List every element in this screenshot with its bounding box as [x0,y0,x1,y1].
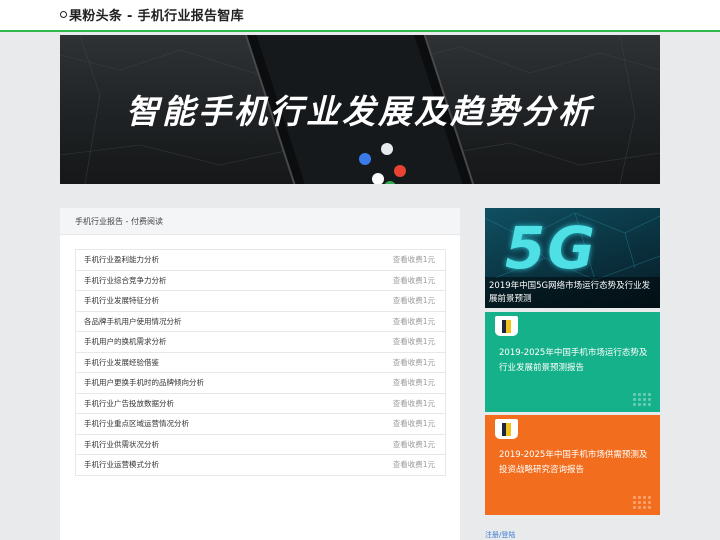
book-icon [495,419,518,439]
app-icon [381,143,393,155]
login-link[interactable]: 注册/登陆 [485,530,515,540]
report-panel: 手机行业报告 - 付费阅读 手机行业盈利能力分析 查看收费1元 手机行业综合竞争力… [60,208,460,540]
item-title: 手机用户的换机需求分析 [84,337,167,346]
hero-banner: 智能手机行业发展及趋势分析 [60,35,660,184]
app-icon [359,153,371,165]
item-price: 查看收费1元 [392,419,435,428]
item-title: 各品牌手机用户使用情况分析 [84,316,182,326]
list-item[interactable]: 手机行业综合竞争力分析 查看收费1元 [76,271,445,291]
item-title: 手机行业综合竞争力分析 [84,275,167,285]
card-caption: 2019-2025年中国手机市场供需预测及投资战略研究咨询报告 [499,450,648,475]
5g-graphic-text: 5G [505,214,597,282]
item-price: 查看收费1元 [392,460,435,469]
top-bar: 果粉头条 - 手机行业报告智库 [0,0,720,32]
list-item[interactable]: 手机行业发展特征分析 查看收费1元 [76,291,445,312]
book-icon [495,316,518,336]
item-price: 查看收费1元 [392,337,435,346]
report-card-supply[interactable]: 2019-2025年中国手机市场供需预测及投资战略研究咨询报告 [485,415,660,515]
list-item[interactable]: 手机行业发展经验借鉴 查看收费1元 [76,353,445,373]
banner-title: 智能手机行业发展及趋势分析 [126,92,594,131]
item-title: 手机行业发展经验借鉴 [84,357,159,367]
item-title: 手机行业重点区域运营情况分析 [84,419,189,428]
report-card-market[interactable]: 2019-2025年中国手机市场运行态势及行业发展前景预测报告 [485,312,660,412]
list-item[interactable]: 手机用户的换机需求分析 查看收费1元 [76,332,445,353]
list-item[interactable]: 手机用户更换手机时的品牌倾向分析 查看收费1元 [76,373,445,394]
report-list: 手机行业盈利能力分析 查看收费1元 手机行业综合竞争力分析 查看收费1元 手机行业发… [75,249,446,476]
app-icon [394,165,406,177]
list-item[interactable]: 手机行业供需状况分析 查看收费1元 [76,435,445,455]
list-item[interactable]: 手机行业广告投放数据分析 查看收费1元 [76,394,445,414]
card-caption: 2019年中国5G网络市场运行态势及行业发展前景预测 [485,277,660,308]
dot-pattern-icon [632,495,652,509]
item-title: 手机行业发展特征分析 [84,296,159,305]
item-price: 查看收费1元 [392,439,435,449]
dot-pattern-icon [632,392,652,406]
item-title: 手机用户更换手机时的品牌倾向分析 [84,378,204,387]
site-title[interactable]: 果粉头条 - 手机行业报告智库 [60,5,244,24]
item-title: 手机行业盈利能力分析 [84,255,159,264]
list-item[interactable]: 各品牌手机用户使用情况分析 查看收费1元 [76,312,445,332]
panel-heading: 手机行业报告 - 付费阅读 [60,208,460,235]
item-title: 手机行业运营模式分析 [84,460,159,469]
card-caption: 2019-2025年中国手机市场运行态势及行业发展前景预测报告 [499,348,648,373]
list-item[interactable]: 手机行业盈利能力分析 查看收费1元 [76,250,445,271]
site-title-text: 果粉头条 - 手机行业报告智库 [69,9,244,24]
item-price: 查看收费1元 [392,357,435,367]
report-card-5g[interactable]: 5G 2019年中国5G网络市场运行态势及行业发展前景预测 [485,208,660,308]
item-price: 查看收费1元 [392,296,435,305]
item-price: 查看收费1元 [392,316,435,326]
item-price: 查看收费1元 [392,255,435,264]
logo-icon [60,11,67,18]
item-title: 手机行业供需状况分析 [84,439,159,449]
item-price: 查看收费1元 [392,275,435,285]
list-item[interactable]: 手机行业运营模式分析 查看收费1元 [76,455,445,476]
item-price: 查看收费1元 [392,398,435,408]
item-price: 查看收费1元 [392,378,435,387]
item-title: 手机行业广告投放数据分析 [84,398,174,408]
list-item[interactable]: 手机行业重点区域运营情况分析 查看收费1元 [76,414,445,435]
